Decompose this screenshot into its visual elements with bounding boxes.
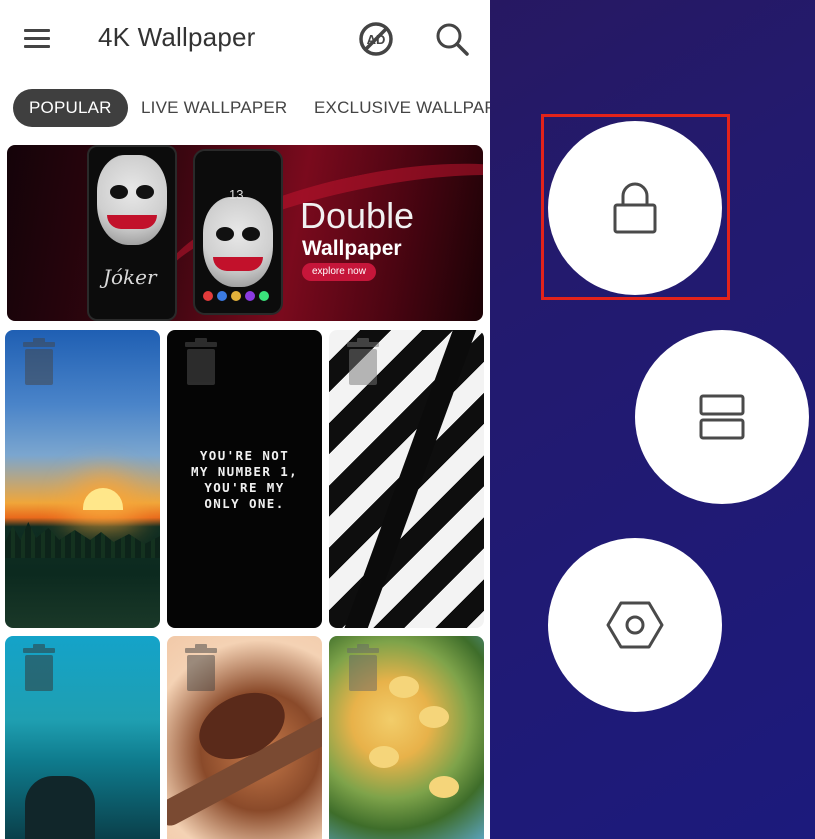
app-title: 4K Wallpaper [98, 22, 256, 52]
wallpaper-quote-text: YOU'RE NOT MY NUMBER 1, YOU'RE MY ONLY O… [190, 448, 299, 511]
category-tabs: POPULAR LIVE WALLPAPER EXCLUSIVE WALLPAP… [0, 86, 490, 132]
search-icon[interactable] [433, 20, 471, 58]
wallpaper-thumb-quote[interactable]: YOU'RE NOT MY NUMBER 1, YOU'RE MY ONLY O… [167, 330, 322, 628]
wallpaper-thumb-ocean[interactable] [5, 636, 160, 839]
trash-icon[interactable] [21, 338, 57, 386]
app-toolbar: 4K Wallpaper AD [0, 0, 490, 78]
tab-exclusive-wallpaper[interactable]: EXCLUSIVE WALLPAPER [314, 89, 490, 127]
trash-icon[interactable] [21, 644, 57, 692]
joker-face-image [97, 155, 167, 245]
flower-petal [419, 706, 449, 728]
sea-rock [25, 776, 95, 839]
banner-phone-left: Jóker [87, 145, 177, 321]
banner-title: Double [300, 195, 415, 236]
split-layout-icon [699, 394, 745, 440]
flower-petal [429, 776, 459, 798]
wallpaper-thumb-flowers[interactable] [329, 636, 484, 839]
trash-icon[interactable] [345, 338, 381, 386]
trash-icon[interactable] [183, 644, 219, 692]
hexagon-settings-icon [606, 601, 664, 649]
flower-petal [389, 676, 419, 698]
joker-logo-text: Jóker [103, 265, 157, 289]
wallpaper-thumb-stripes[interactable] [329, 330, 484, 628]
wallpaper-thumb-sunset[interactable] [5, 330, 160, 628]
lock-icon [613, 182, 657, 234]
promo-banner[interactable]: Jóker 13 Double Wallpaper explore now [7, 145, 483, 321]
trash-icon[interactable] [345, 644, 381, 692]
trash-icon[interactable] [183, 338, 219, 386]
lock-screen-button[interactable] [548, 121, 722, 295]
menu-icon[interactable] [22, 24, 52, 52]
phone-dock [203, 291, 273, 305]
wallpaper-app-panel: 4K Wallpaper AD POPULAR LIVE WALLPAPER E… [0, 0, 490, 839]
sun-glow [83, 488, 123, 510]
tab-live-wallpaper[interactable]: LIVE WALLPAPER [141, 89, 287, 127]
tab-popular[interactable]: POPULAR [13, 89, 128, 127]
phone-clock: 13 [229, 187, 244, 202]
treeline [5, 522, 160, 558]
flower-petal [369, 746, 399, 768]
banner-subtitle: Wallpaper [302, 237, 402, 260]
banner-phone-right: 13 [193, 149, 283, 315]
home-screen-button[interactable] [548, 538, 722, 712]
explore-now-button[interactable]: explore now [302, 263, 376, 281]
wallpaper-thumb-ants[interactable] [167, 636, 322, 839]
remove-ads-icon[interactable]: AD [357, 20, 395, 58]
joker-face-image [203, 197, 273, 287]
home-and-lock-button[interactable] [635, 330, 809, 504]
